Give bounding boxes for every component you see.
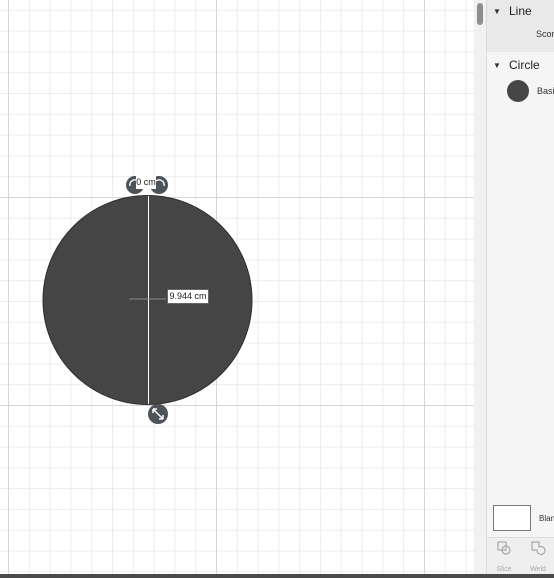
layer-item-score[interactable]: Scor [536,29,554,39]
canvas-scrollbar[interactable] [474,0,486,574]
circle-shape[interactable] [42,195,253,405]
blank-canvas-label: Blan [539,514,554,523]
design-canvas[interactable]: 0 cm 9.944 cm [0,0,474,574]
weld-icon [525,540,551,560]
scrollbar-thumb[interactable] [477,3,483,25]
weld-button[interactable]: Weld [525,540,551,573]
slice-button[interactable]: Slice [491,540,517,573]
slice-label: Slice [496,566,512,573]
weld-label: Weld [530,566,546,573]
layers-panel: ▼ Line Scor ▼ Circle Basi Blan Slice Wel… [486,0,554,574]
group-title-circle: Circle [509,58,540,72]
layer-item-basic[interactable]: Basi [537,86,554,96]
circle-group-header[interactable]: ▼ Circle [487,54,554,76]
slice-icon [491,540,517,560]
layer-toolbar: Slice Weld [487,537,554,574]
canvas-drawing [42,176,253,424]
line-group-header[interactable]: ▼ Line [487,0,554,22]
bottom-border [0,574,554,578]
caret-down-icon: ▼ [493,6,501,16]
resize-handle[interactable] [148,404,168,424]
group-title-line: Line [509,4,532,18]
diameter-dimension-label[interactable]: 9.944 cm [167,289,209,304]
blank-canvas-swatch[interactable] [493,505,531,531]
width-dimension-label: 0 cm [136,176,156,189]
circle-layer-swatch[interactable] [507,80,529,102]
caret-down-icon: ▼ [493,60,501,70]
